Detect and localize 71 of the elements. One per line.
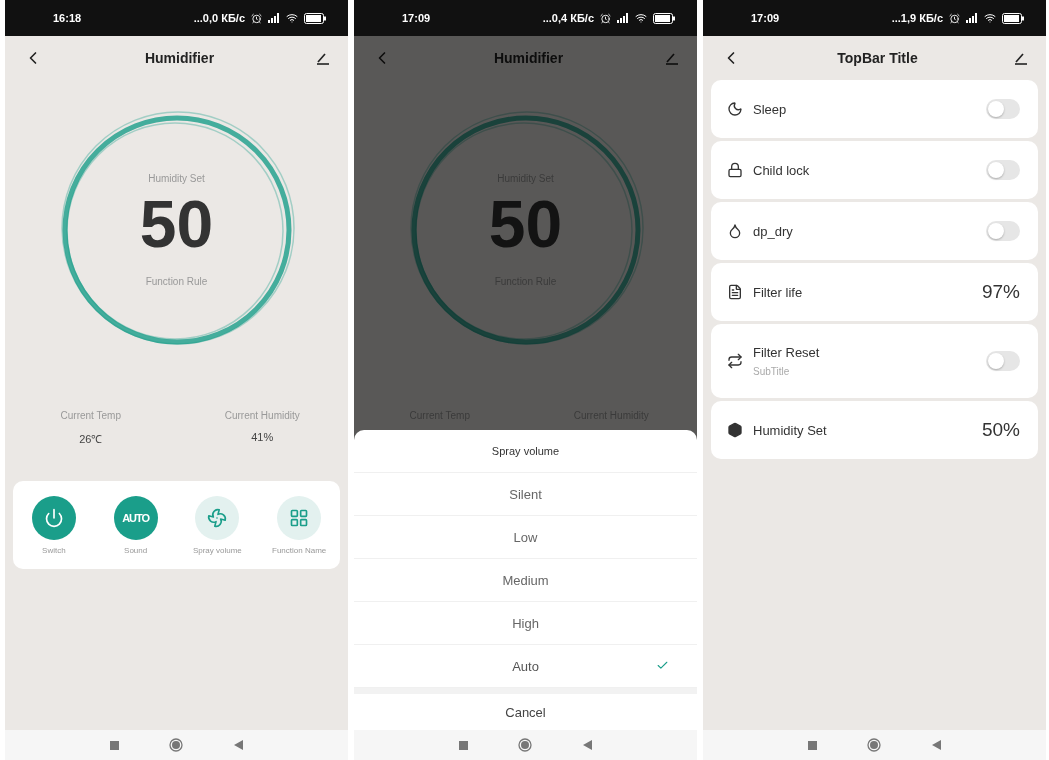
recents-icon[interactable]: [110, 740, 120, 750]
setting-label: Filter Reset: [753, 345, 821, 360]
setting-label: Sleep: [753, 101, 788, 117]
home-icon[interactable]: [867, 738, 882, 752]
back-nav-icon[interactable]: [582, 740, 592, 750]
stat-label: Current Humidity: [224, 410, 300, 421]
toggle-switch[interactable]: [986, 160, 1020, 180]
edit-icon: [1014, 51, 1028, 65]
setting-value: 50%: [981, 419, 1020, 441]
stat-value: 26℃: [79, 432, 103, 446]
wifi-icon: [635, 12, 647, 24]
home-icon[interactable]: [169, 738, 184, 752]
alarm-icon: [949, 12, 960, 24]
screen-title: TopBar Title: [836, 50, 919, 66]
toggle-switch[interactable]: [986, 99, 1020, 119]
power-icon: [43, 507, 64, 528]
recents-icon[interactable]: [459, 740, 469, 750]
setting-row[interactable]: Filter life 97%: [711, 263, 1038, 321]
battery-icon: [1002, 12, 1024, 24]
signal-icon: [617, 13, 629, 23]
grid-icon: [289, 507, 310, 528]
status-time: 17:09: [751, 12, 781, 24]
network-speed: ...1,9 КБ/с: [891, 12, 943, 24]
recents-icon[interactable]: [808, 740, 818, 750]
fan-icon: [207, 507, 228, 528]
setting-row[interactable]: Humidity Set 50%: [711, 401, 1038, 459]
back-nav-icon[interactable]: [233, 740, 243, 750]
stat-value: 41%: [251, 431, 274, 443]
auto-label: AUTO: [122, 511, 150, 524]
setting-row[interactable]: Filter Reset SubTitle: [711, 324, 1038, 398]
document-icon: [727, 284, 743, 300]
toggle-switch[interactable]: [986, 351, 1020, 371]
screen-title: Humidifier: [492, 50, 565, 66]
screen-title: Humidifier: [143, 50, 216, 66]
wifi-icon: [286, 12, 298, 24]
signal-icon: [268, 13, 280, 23]
setting-label: dp_dry: [753, 223, 794, 239]
dial-label: Humidity Set: [148, 172, 205, 184]
alarm-icon: [251, 12, 262, 24]
back-nav-icon[interactable]: [931, 740, 941, 750]
setting-row[interactable]: Child lock: [711, 141, 1038, 199]
moon-icon: [727, 101, 743, 117]
setting-label: Child lock: [753, 162, 811, 178]
setting-label: Humidity Set: [753, 422, 828, 438]
edit-icon: [316, 51, 330, 65]
stat-label: Current Temp: [60, 410, 121, 421]
hexagon-icon: [727, 422, 743, 438]
signal-icon: [966, 13, 978, 23]
setting-label: Filter life: [753, 284, 804, 300]
dial-caption: Function Rule: [145, 276, 208, 288]
battery-icon: [304, 12, 326, 24]
battery-icon: [653, 12, 675, 24]
setting-subtitle: SubTitle: [753, 366, 791, 377]
home-icon[interactable]: [518, 738, 533, 752]
humidity-value: 50: [488, 187, 563, 261]
setting-row[interactable]: dp_dry: [711, 202, 1038, 260]
setting-value: 97%: [981, 281, 1020, 303]
network-speed: ...0,0 КБ/с: [193, 12, 245, 24]
lock-icon: [727, 162, 743, 178]
toggle-switch[interactable]: [986, 221, 1020, 241]
network-speed: ...0,4 КБ/с: [542, 12, 594, 24]
status-time: 17:09: [402, 12, 432, 24]
drop-icon: [727, 223, 743, 239]
swap-icon: [727, 353, 743, 369]
setting-row[interactable]: Sleep: [711, 80, 1038, 138]
humidity-value: 50: [139, 187, 214, 261]
status-time: 16:18: [53, 12, 83, 24]
alarm-icon: [600, 12, 611, 24]
check-icon: [656, 659, 669, 672]
edit-icon: [665, 51, 679, 65]
wifi-icon: [984, 12, 996, 24]
